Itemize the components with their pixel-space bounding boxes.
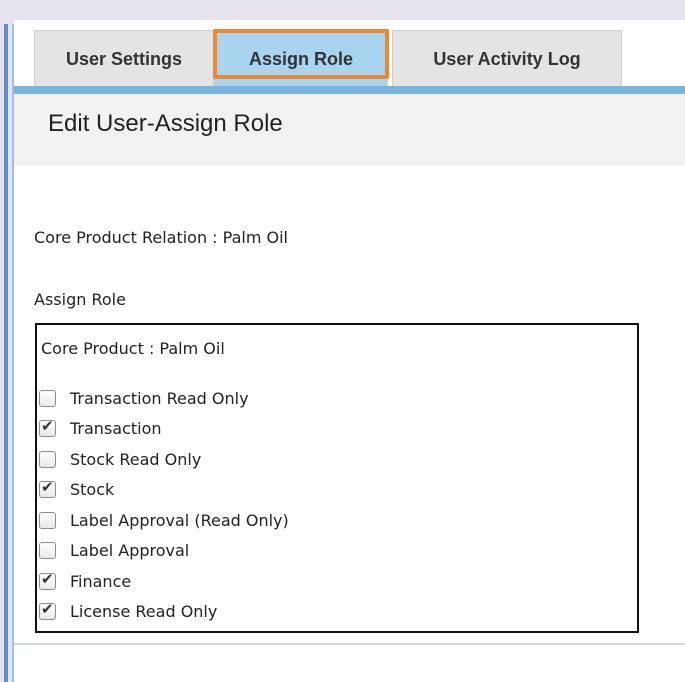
role-label: Stock Read Only <box>70 449 202 469</box>
role-item[interactable]: Finance <box>39 566 289 597</box>
role-label: Transaction <box>70 419 162 439</box>
role-label: Label Approval (Read Only) <box>70 510 289 530</box>
tab-user-activity-log[interactable]: User Activity Log <box>392 30 622 88</box>
role-label: Label Approval <box>70 541 190 561</box>
role-item[interactable]: Stock <box>39 475 289 506</box>
assign-role-label: Assign Role <box>34 290 126 309</box>
role-checkbox[interactable] <box>39 600 56 621</box>
role-checkbox[interactable] <box>39 417 56 438</box>
panel-header: Edit User-Assign Role <box>14 94 685 166</box>
role-label: License Read Only <box>70 602 218 622</box>
role-checkbox[interactable] <box>39 389 56 407</box>
tab-bar: User Settings Assign Role User Activity … <box>14 20 685 88</box>
role-label: Finance <box>70 571 132 591</box>
role-item[interactable]: License Read Only <box>39 597 289 628</box>
role-checkbox-list: Transaction Read Only Transaction Stock Re… <box>39 383 289 627</box>
left-border-rule <box>4 24 8 682</box>
role-label: Stock <box>70 480 115 500</box>
role-checkbox[interactable] <box>39 542 56 560</box>
role-checkbox[interactable] <box>39 478 56 499</box>
tab-assign-role[interactable]: Assign Role <box>214 30 388 88</box>
role-checkbox[interactable] <box>39 511 56 529</box>
role-item[interactable]: Label Approval (Read Only) <box>39 505 289 536</box>
role-item[interactable]: Stock Read Only <box>39 444 289 475</box>
core-product-relation: Core Product Relation : Palm Oil <box>34 228 288 247</box>
core-product-label: Core Product : Palm Oil <box>41 339 225 358</box>
role-checkbox[interactable] <box>39 450 56 468</box>
window-top-band <box>0 0 685 20</box>
role-list-box: Core Product : Palm Oil Transaction Read… <box>35 323 639 633</box>
tab-user-settings[interactable]: User Settings <box>34 30 214 88</box>
role-item[interactable]: Transaction <box>39 414 289 445</box>
page-title: Edit User-Assign Role <box>48 110 283 137</box>
role-item[interactable]: Transaction Read Only <box>39 383 289 414</box>
role-checkbox[interactable] <box>39 570 56 590</box>
role-label: Transaction Read Only <box>70 388 249 408</box>
role-item[interactable]: Label Approval <box>39 536 289 567</box>
panel-bottom-rule <box>14 643 685 645</box>
tab-underline-rule <box>14 86 685 94</box>
